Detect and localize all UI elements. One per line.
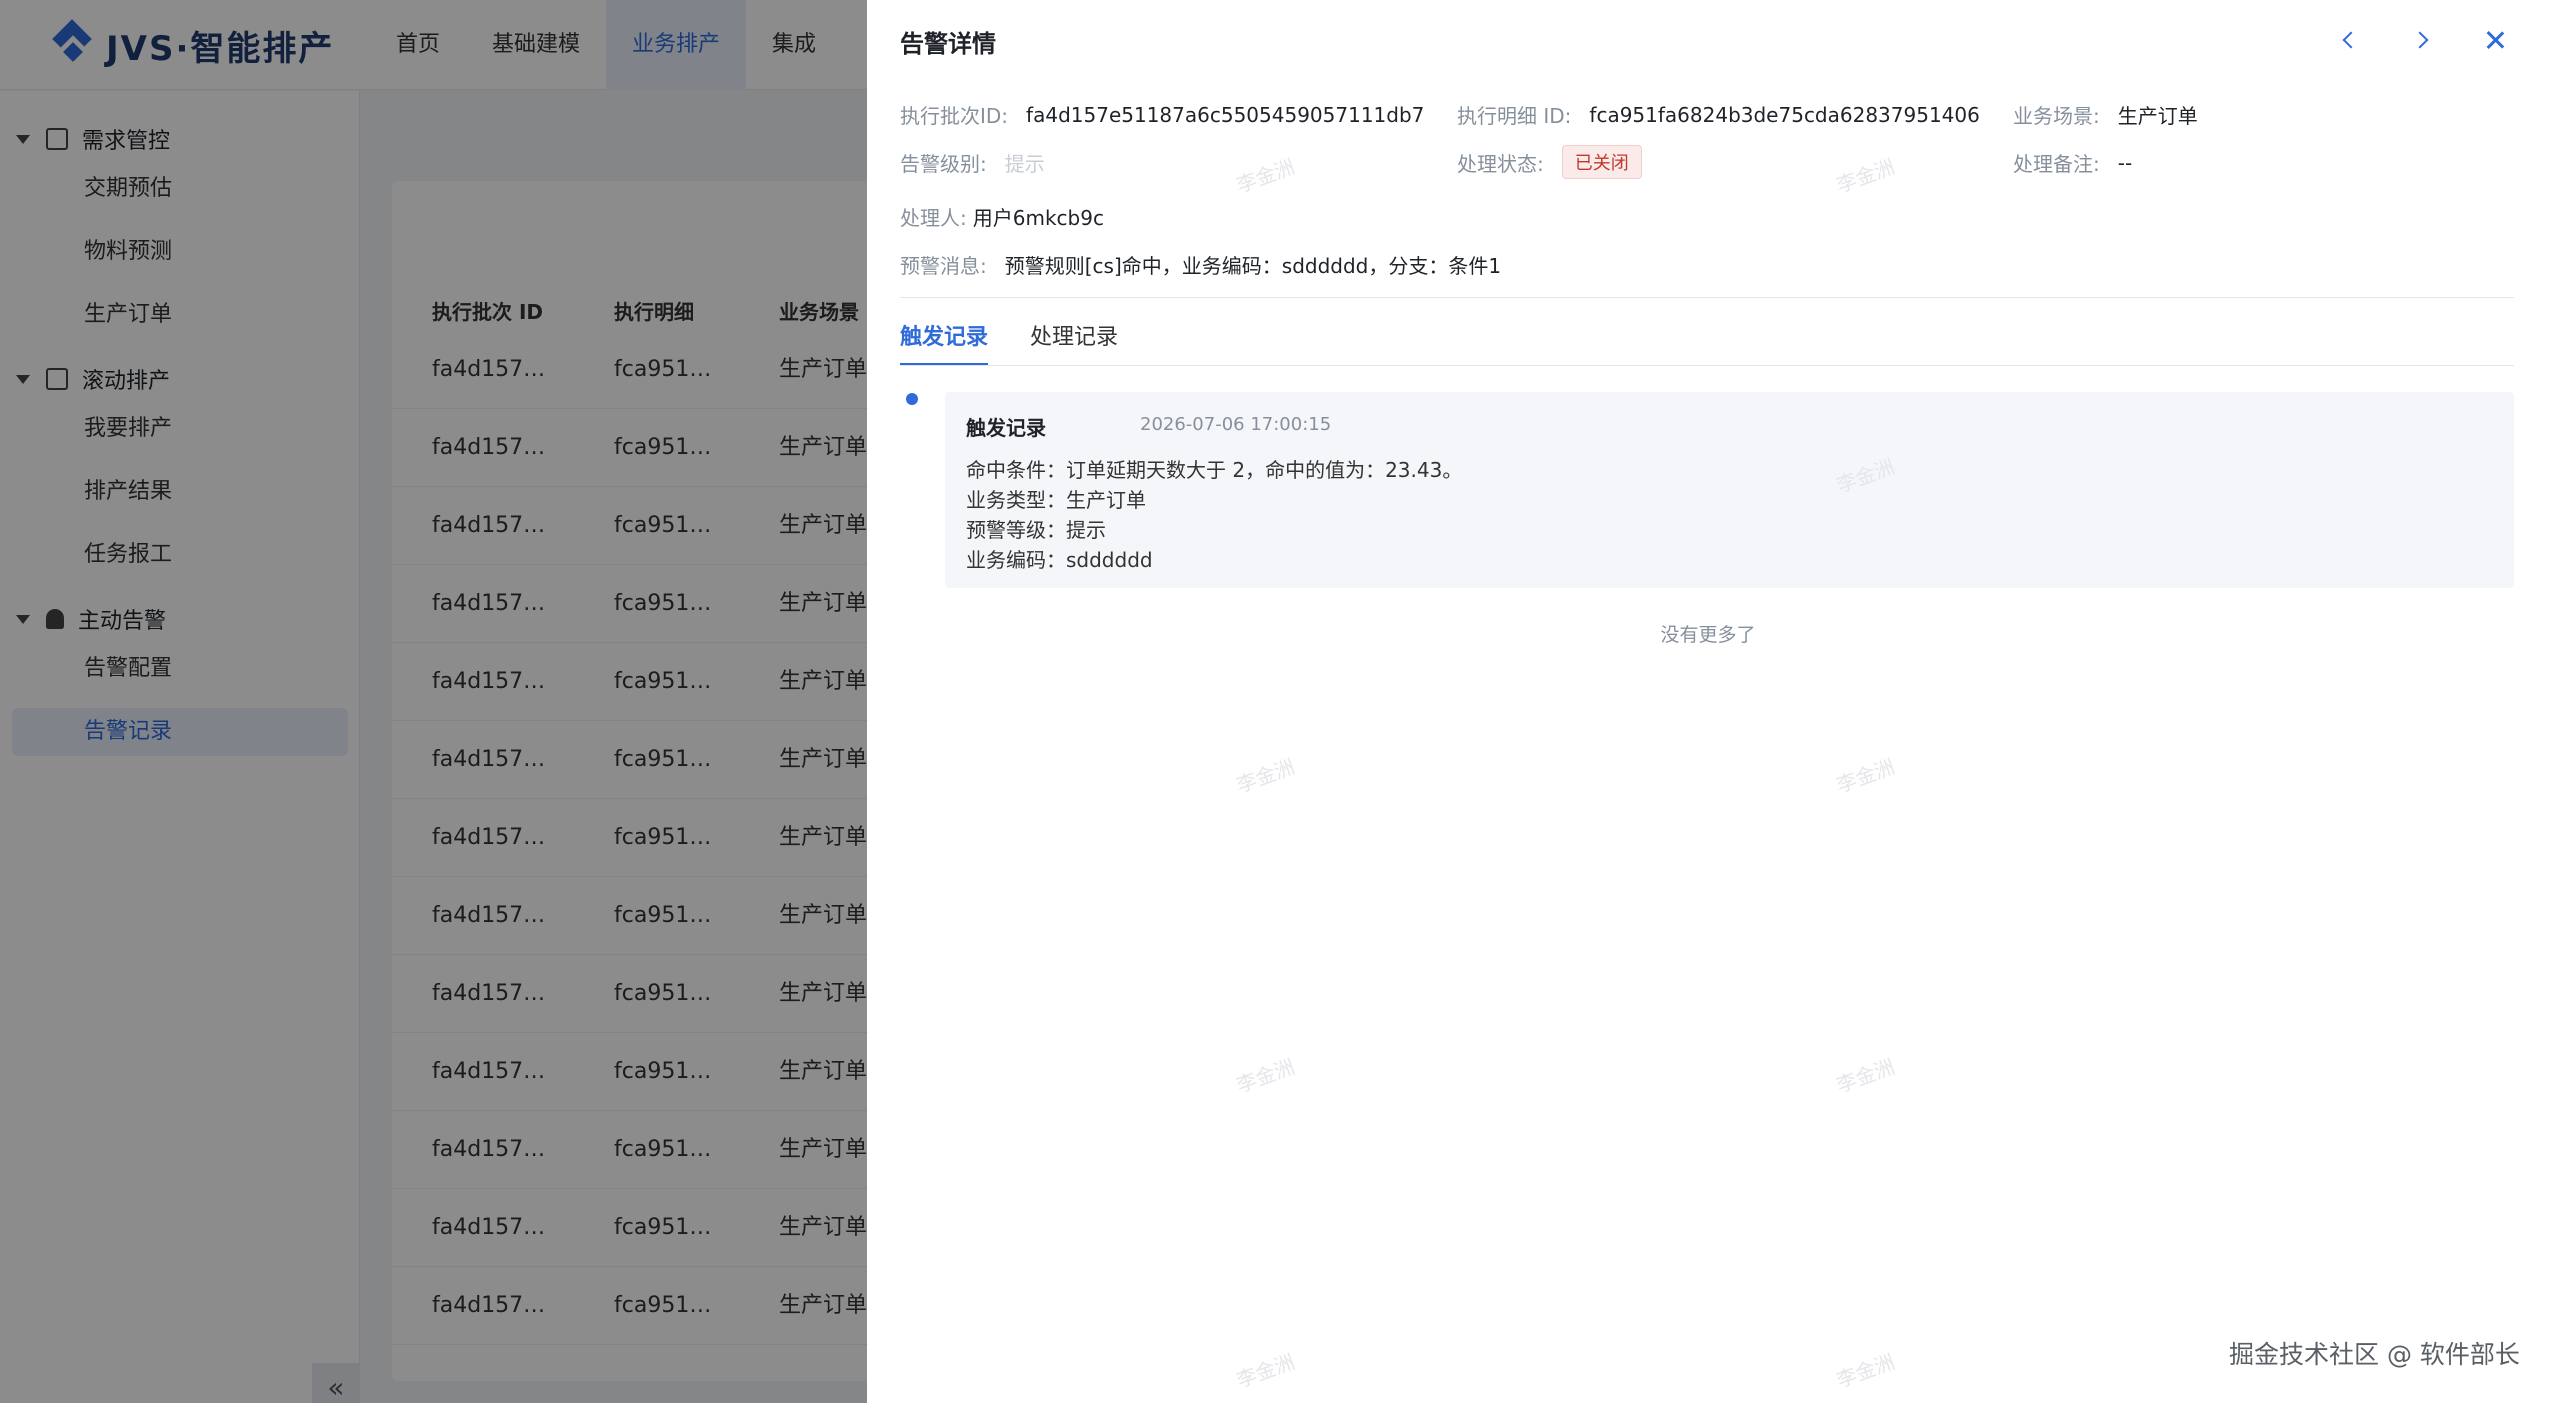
field-remark: 处理备注: --	[2013, 148, 2132, 177]
watermark: 李金洲	[1233, 1054, 1298, 1098]
field-level: 告警级别: 提示	[900, 148, 1045, 177]
watermark: 李金洲	[1833, 154, 1898, 198]
record-line-business-type: 业务类型：生产订单	[966, 488, 1146, 512]
alert-detail-drawer: 告警详情 执行批次ID: fa4d157e51187a6c55054590571…	[867, 0, 2549, 1403]
field-handler: 处理人: 用户6mkcb9c	[900, 202, 1104, 231]
watermark: 李金洲	[1233, 1349, 1298, 1393]
field-batch-id: 执行批次ID: fa4d157e51187a6c5505459057111db7	[900, 100, 1424, 129]
watermark: 李金洲	[1833, 1349, 1898, 1393]
field-label: 业务场景:	[2013, 104, 2100, 128]
field-value: 预警规则[cs]命中，业务编码：sdddddd，分支：条件1	[1004, 254, 1502, 278]
trigger-record-card: 触发记录 2026-07-06 17:00:15 命中条件：订单延期天数大于 2…	[945, 392, 2514, 588]
chevron-right-icon	[2411, 31, 2429, 49]
tab-trigger-records[interactable]: 触发记录	[900, 318, 989, 366]
previous-button[interactable]	[2331, 22, 2367, 58]
record-tabs: 触发记录 处理记录	[900, 318, 1160, 366]
field-value: 用户6mkcb9c	[972, 206, 1104, 230]
field-label: 处理人:	[900, 206, 967, 230]
watermark: 李金洲	[1833, 754, 1898, 798]
record-line-business-code: 业务编码：sdddddd	[966, 548, 1153, 572]
timeline-dot-icon	[906, 393, 918, 405]
watermark: 李金洲	[1833, 1054, 1898, 1098]
field-label: 执行明细 ID:	[1457, 104, 1572, 128]
chevron-left-icon	[2342, 31, 2360, 49]
record-line-condition: 命中条件：订单延期天数大于 2，命中的值为：23.43。	[966, 458, 1463, 482]
divider	[900, 297, 2514, 298]
drawer-title: 告警详情	[900, 30, 996, 58]
field-scene: 业务场景: 生产订单	[2013, 100, 2198, 129]
field-label: 告警级别:	[900, 152, 987, 176]
field-status: 处理状态: 已关闭	[1457, 145, 1642, 179]
field-label: 执行批次ID:	[900, 104, 1009, 128]
watermark: 李金洲	[1233, 754, 1298, 798]
record-timestamp: 2026-07-06 17:00:15	[1140, 414, 1332, 435]
field-label: 处理备注:	[2013, 152, 2100, 176]
field-detail-id: 执行明细 ID: fca951fa6824b3de75cda6283795140…	[1457, 100, 1980, 129]
source-credit: 掘金技术社区 @ 软件部长	[2229, 1340, 2520, 1369]
close-icon	[2486, 31, 2504, 49]
field-label: 处理状态:	[1457, 151, 1544, 176]
record-line-alert-level: 预警等级：提示	[966, 518, 1106, 542]
field-value: 提示	[1004, 152, 1045, 176]
field-value: --	[2117, 150, 2133, 175]
no-more-text: 没有更多了	[1660, 624, 1756, 646]
tabs-underline	[900, 365, 2514, 366]
record-title: 触发记录	[966, 416, 1046, 440]
close-button[interactable]	[2477, 22, 2513, 58]
next-button[interactable]	[2404, 22, 2440, 58]
field-value: fa4d157e51187a6c5505459057111db7	[1026, 102, 1425, 127]
field-value: fca951fa6824b3de75cda62837951406	[1589, 102, 1980, 127]
field-label: 预警消息:	[900, 254, 987, 278]
field-value: 生产订单	[2117, 104, 2198, 128]
watermark: 李金洲	[1233, 154, 1298, 198]
field-message: 预警消息: 预警规则[cs]命中，业务编码：sdddddd，分支：条件1	[900, 250, 1501, 279]
status-badge: 已关闭	[1561, 145, 1642, 179]
tab-handling-records[interactable]: 处理记录	[1030, 318, 1118, 366]
